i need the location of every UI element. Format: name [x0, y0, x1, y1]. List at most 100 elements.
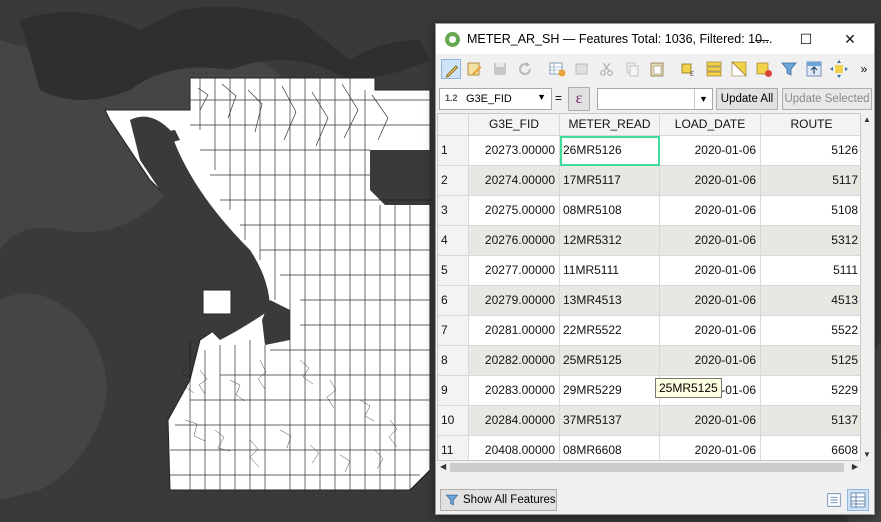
- maximize-button[interactable]: ☐: [784, 24, 828, 54]
- column-header-g3e-fid[interactable]: G3E_FID: [469, 114, 560, 136]
- cell-g3e-fid[interactable]: 20277.00000: [469, 256, 560, 286]
- cell-g3e-fid[interactable]: 20273.00000: [469, 136, 560, 166]
- select-by-expression-icon[interactable]: ε: [679, 59, 699, 79]
- value-input[interactable]: ▼: [597, 88, 713, 110]
- row-header[interactable]: 11: [438, 436, 469, 460]
- cell-route[interactable]: 5117: [761, 166, 860, 196]
- scroll-right-icon[interactable]: ▶: [852, 462, 858, 471]
- table-row[interactable]: 11 20408.00000 08MR6608 2020-01-06 6608: [438, 436, 860, 460]
- cell-meter-read[interactable]: 12MR5312: [560, 226, 660, 256]
- row-header[interactable]: 4: [438, 226, 469, 256]
- move-selection-top-icon[interactable]: [804, 59, 824, 79]
- multi-edit-icon[interactable]: [465, 59, 485, 79]
- delete-feature-icon[interactable]: [572, 59, 592, 79]
- toolbar-overflow-button[interactable]: »: [854, 59, 874, 79]
- cell-route[interactable]: 5108: [761, 196, 860, 226]
- form-view-icon[interactable]: [825, 491, 843, 509]
- table-row[interactable]: 8 20282.00000 25MR5125 2020-01-06 5125: [438, 346, 860, 376]
- table-view-icon[interactable]: [847, 489, 869, 511]
- attribute-table[interactable]: G3E_FID METER_READ LOAD_DATE ROUTE 1 2027…: [437, 113, 861, 461]
- cut-icon[interactable]: [597, 59, 617, 79]
- cell-meter-read[interactable]: 13MR4513: [560, 286, 660, 316]
- reload-icon[interactable]: [515, 59, 535, 79]
- cell-load-date[interactable]: 2020-01-06: [660, 166, 761, 196]
- row-header[interactable]: 8: [438, 346, 469, 376]
- field-select-dropdown[interactable]: 1.2 G3E_FID ▼: [439, 88, 552, 110]
- row-header[interactable]: 3: [438, 196, 469, 226]
- cell-meter-read[interactable]: 17MR5117: [560, 166, 660, 196]
- column-header-route[interactable]: ROUTE: [761, 114, 860, 136]
- table-row[interactable]: 3 20275.00000 08MR5108 2020-01-06 5108: [438, 196, 860, 226]
- add-feature-icon[interactable]: [547, 59, 567, 79]
- table-row[interactable]: 2 20274.00000 17MR5117 2020-01-06 5117: [438, 166, 860, 196]
- cell-load-date[interactable]: 2020-01-06: [660, 136, 761, 166]
- cell-meter-read[interactable]: 08MR6608: [560, 436, 660, 460]
- cell-route[interactable]: 5312: [761, 226, 860, 256]
- cell-route[interactable]: 5126: [761, 136, 860, 166]
- cell-route[interactable]: 5522: [761, 316, 860, 346]
- cell-g3e-fid[interactable]: 20279.00000: [469, 286, 560, 316]
- show-all-features-button[interactable]: Show All Features: [440, 489, 557, 511]
- select-all-icon[interactable]: [704, 59, 724, 79]
- cell-route[interactable]: 6608: [761, 436, 860, 460]
- scroll-up-icon[interactable]: ▲: [863, 115, 871, 124]
- cell-load-date[interactable]: 2020-01-06: [660, 406, 761, 436]
- cell-meter-read[interactable]: 11MR5111: [560, 256, 660, 286]
- cell-route[interactable]: 4513: [761, 286, 860, 316]
- pan-to-selected-icon[interactable]: [829, 59, 849, 79]
- cell-g3e-fid[interactable]: 20276.00000: [469, 226, 560, 256]
- cell-meter-read[interactable]: 22MR5522: [560, 316, 660, 346]
- cell-g3e-fid[interactable]: 20274.00000: [469, 166, 560, 196]
- cell-meter-read[interactable]: 37MR5137: [560, 406, 660, 436]
- scroll-down-icon[interactable]: ▼: [863, 450, 871, 459]
- cell-route[interactable]: 5111: [761, 256, 860, 286]
- cell-meter-read[interactable]: 29MR5229: [560, 376, 660, 406]
- cell-meter-read[interactable]: 08MR5108: [560, 196, 660, 226]
- filter-icon[interactable]: [779, 59, 799, 79]
- cell-g3e-fid[interactable]: 20408.00000: [469, 436, 560, 460]
- table-row[interactable]: 7 20281.00000 22MR5522 2020-01-06 5522: [438, 316, 860, 346]
- cell-g3e-fid[interactable]: 20275.00000: [469, 196, 560, 226]
- corner-header[interactable]: [438, 114, 469, 136]
- deselect-all-icon[interactable]: [754, 59, 774, 79]
- update-all-button[interactable]: Update All: [716, 88, 778, 110]
- table-row[interactable]: 1 20273.00000 26MR5126 2020-01-06 5126: [438, 136, 860, 166]
- cell-route[interactable]: 5125: [761, 346, 860, 376]
- cell-load-date[interactable]: 2020-01-06: [660, 226, 761, 256]
- cell-meter-read[interactable]: 26MR5126: [560, 136, 660, 166]
- close-button[interactable]: ✕: [828, 24, 872, 54]
- paste-icon[interactable]: [647, 59, 667, 79]
- title-bar[interactable]: METER_AR_SH — Features Total: 1036, Filt…: [436, 24, 874, 54]
- cell-load-date[interactable]: 2020-01-06: [660, 346, 761, 376]
- cell-load-date[interactable]: 2020-01-06: [660, 436, 761, 460]
- cell-load-date[interactable]: 2020-01-06: [660, 316, 761, 346]
- vertical-scrollbar[interactable]: ▲ ▼: [861, 113, 874, 461]
- table-row[interactable]: 6 20279.00000 13MR4513 2020-01-06 4513: [438, 286, 860, 316]
- column-header-load-date[interactable]: LOAD_DATE: [660, 114, 761, 136]
- cell-g3e-fid[interactable]: 20282.00000: [469, 346, 560, 376]
- cell-g3e-fid[interactable]: 20281.00000: [469, 316, 560, 346]
- scroll-thumb[interactable]: [450, 463, 844, 472]
- row-header[interactable]: 10: [438, 406, 469, 436]
- row-header[interactable]: 6: [438, 286, 469, 316]
- toggle-editing-icon[interactable]: [441, 59, 461, 79]
- cell-g3e-fid[interactable]: 20284.00000: [469, 406, 560, 436]
- invert-selection-icon[interactable]: [729, 59, 749, 79]
- cell-route[interactable]: 5229: [761, 376, 860, 406]
- horizontal-scrollbar[interactable]: ◀ ▶: [437, 461, 861, 474]
- row-header[interactable]: 1: [438, 136, 469, 166]
- row-header[interactable]: 7: [438, 316, 469, 346]
- table-row[interactable]: 10 20284.00000 37MR5137 2020-01-06 5137: [438, 406, 860, 436]
- cell-g3e-fid[interactable]: 20283.00000: [469, 376, 560, 406]
- cell-route[interactable]: 5137: [761, 406, 860, 436]
- minimize-button[interactable]: —: [740, 24, 784, 54]
- table-row[interactable]: 4 20276.00000 12MR5312 2020-01-06 5312: [438, 226, 860, 256]
- table-row[interactable]: 5 20277.00000 11MR5111 2020-01-06 5111: [438, 256, 860, 286]
- row-header[interactable]: 2: [438, 166, 469, 196]
- attribute-table-window[interactable]: METER_AR_SH — Features Total: 1036, Filt…: [435, 23, 875, 515]
- cell-load-date[interactable]: 2020-01-06: [660, 256, 761, 286]
- table-row[interactable]: 9 20283.00000 29MR5229 2020-01-06 5229: [438, 376, 860, 406]
- cell-meter-read[interactable]: 25MR5125: [560, 346, 660, 376]
- chevron-down-icon[interactable]: ▼: [694, 89, 712, 109]
- column-header-meter-read[interactable]: METER_READ: [560, 114, 660, 136]
